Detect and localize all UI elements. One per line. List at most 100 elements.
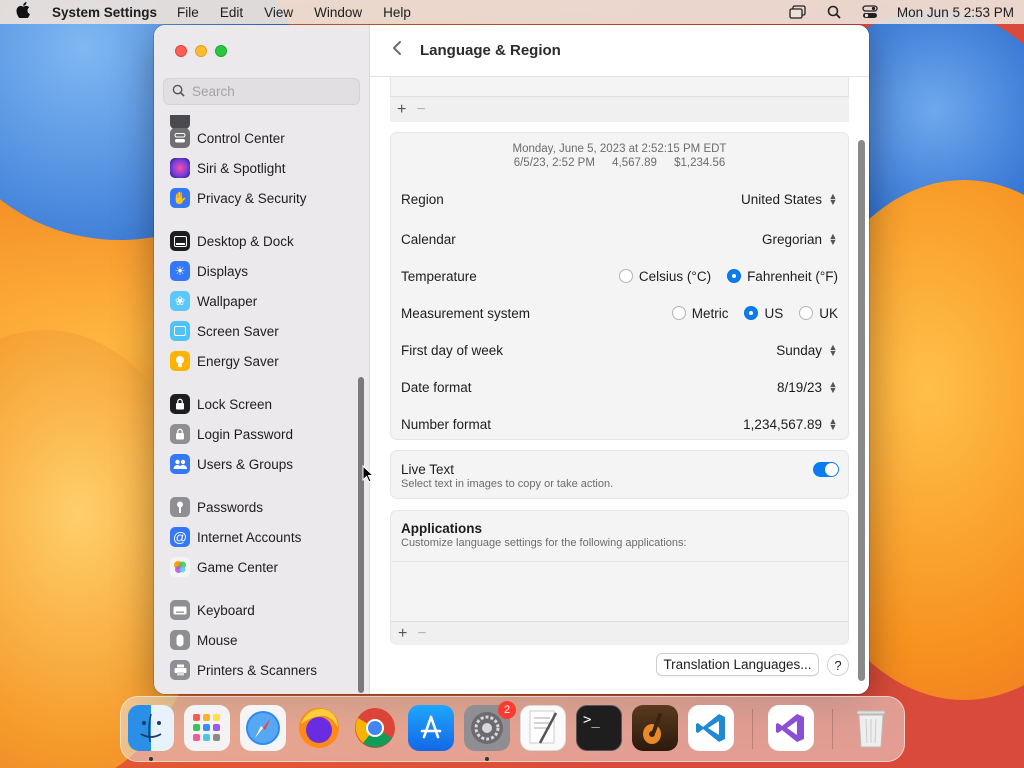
- sidebar-item-wallpaper[interactable]: ❀ Wallpaper: [170, 289, 257, 313]
- menu-window[interactable]: Window: [314, 5, 362, 20]
- back-chevron-icon[interactable]: [370, 39, 420, 62]
- translation-languages-button[interactable]: Translation Languages...: [656, 653, 819, 676]
- applications-card: Applications Customize language settings…: [390, 510, 849, 645]
- firefox-icon[interactable]: [296, 705, 342, 751]
- sidebar-item-internet-accounts[interactable]: @ Internet Accounts: [170, 525, 301, 549]
- chrome-icon[interactable]: [352, 705, 398, 751]
- textedit-icon[interactable]: [520, 705, 566, 751]
- sidebar-item-label: Displays: [197, 263, 249, 279]
- bulb-icon: [170, 351, 190, 371]
- sidebar-item-label: Wallpaper: [197, 293, 258, 309]
- menu-edit[interactable]: Edit: [220, 5, 243, 20]
- celsius-radio[interactable]: Celsius (°C): [618, 269, 711, 284]
- terminal-icon[interactable]: >_: [576, 705, 622, 751]
- preview-number: 4,567.89: [612, 157, 657, 169]
- sidebar-item-desktop-dock[interactable]: Desktop & Dock: [170, 229, 294, 253]
- sidebar-item-siri-spotlight[interactable]: Siri & Spotlight: [170, 156, 286, 180]
- number-format-popup[interactable]: 1,234,567.89 ▲ ▼: [743, 417, 838, 432]
- spotlight-search-icon[interactable]: [825, 5, 843, 19]
- region-popup[interactable]: United States ▲ ▼: [741, 192, 838, 207]
- measurement-label: Measurement system: [401, 305, 531, 321]
- fahrenheit-radio[interactable]: Fahrenheit (°F): [727, 269, 838, 284]
- close-button[interactable]: [175, 45, 187, 57]
- screen-saver-icon: [170, 321, 190, 341]
- first-day-label: First day of week: [401, 342, 504, 358]
- remove-application-button[interactable]: −: [417, 625, 426, 643]
- minimize-button[interactable]: [195, 45, 207, 57]
- sidebar-item-control-center[interactable]: Control Center: [170, 126, 285, 150]
- remove-language-button[interactable]: −: [416, 101, 425, 119]
- notification-badge: 2: [498, 701, 516, 719]
- live-text-toggle[interactable]: [813, 462, 839, 477]
- applications-list[interactable]: [391, 561, 848, 621]
- sidebar-item-keyboard[interactable]: Keyboard: [170, 598, 255, 622]
- updown-chevron-icon: ▲ ▼: [828, 416, 838, 432]
- metric-radio[interactable]: Metric: [671, 306, 728, 321]
- search-icon: [172, 84, 185, 100]
- sidebar-item-label: Privacy & Security: [197, 190, 307, 206]
- menu-help[interactable]: Help: [383, 5, 411, 20]
- radio-label: UK: [819, 305, 838, 321]
- date-format-row: Date format 8/19/23 ▲ ▼: [401, 372, 838, 402]
- applications-subtitle: Customize language settings for the foll…: [401, 537, 687, 549]
- updown-chevron-icon: ▲ ▼: [828, 342, 838, 358]
- sidebar-item-label: Energy Saver: [197, 353, 279, 369]
- calendar-label: Calendar: [401, 231, 456, 247]
- trash-icon[interactable]: [848, 705, 894, 751]
- updown-chevron-icon: ▲ ▼: [828, 231, 838, 247]
- sidebar-item-label: Mouse: [197, 632, 238, 648]
- radio-label: Fahrenheit (°F): [747, 268, 838, 284]
- running-indicator: [485, 757, 489, 761]
- sidebar-item-passwords[interactable]: Passwords: [170, 495, 263, 519]
- temperature-options: Celsius (°C) Fahrenheit (°F): [603, 269, 838, 284]
- search-placeholder: Search: [192, 84, 235, 99]
- date-format-popup[interactable]: 8/19/23 ▲ ▼: [777, 380, 838, 395]
- sidebar-item-label: Control Center: [197, 130, 285, 146]
- add-language-button[interactable]: +: [397, 101, 406, 119]
- sidebar-item-mouse[interactable]: Mouse: [170, 628, 238, 652]
- safari-icon[interactable]: [240, 705, 286, 751]
- updown-chevron-icon: ▲ ▼: [828, 191, 838, 207]
- sidebar-item-users-groups[interactable]: Users & Groups: [170, 452, 293, 476]
- menu-view[interactable]: View: [264, 5, 293, 20]
- sidebar-item-energy-saver[interactable]: Energy Saver: [170, 349, 279, 373]
- menu-clock[interactable]: Mon Jun 5 2:53 PM: [897, 5, 1014, 20]
- apple-menu-icon[interactable]: [16, 2, 38, 22]
- visual-studio-icon[interactable]: [768, 705, 814, 751]
- zoom-button[interactable]: [215, 45, 227, 57]
- us-radio[interactable]: US: [744, 306, 783, 321]
- measurement-options: Metric US UK: [656, 306, 838, 321]
- screen-mirroring-icon[interactable]: [789, 5, 807, 19]
- garageband-icon[interactable]: [632, 705, 678, 751]
- sidebar-item-privacy-security[interactable]: ✋ Privacy & Security: [170, 186, 307, 210]
- sidebar-list: Control Center Siri & Spotlight ✋ Privac…: [154, 115, 370, 690]
- launchpad-icon[interactable]: [184, 705, 230, 751]
- help-button[interactable]: ?: [827, 654, 849, 676]
- sidebar-item-game-center[interactable]: Game Center: [170, 555, 278, 579]
- system-settings-icon[interactable]: 2: [464, 701, 516, 751]
- uk-radio[interactable]: UK: [799, 306, 838, 321]
- main-scrollbar[interactable]: [858, 140, 865, 681]
- radio-circle: [618, 269, 633, 283]
- search-field[interactable]: Search: [163, 78, 360, 105]
- sidebar-item-printers-scanners[interactable]: Printers & Scanners: [170, 658, 317, 682]
- vscode-icon[interactable]: [688, 705, 734, 751]
- languages-list-controls: + −: [390, 96, 849, 122]
- main-pane: Language & Region + − Monday, June 5, 20…: [370, 25, 869, 694]
- finder-icon[interactable]: [128, 705, 174, 751]
- control-center-icon[interactable]: [861, 5, 879, 19]
- sidebar-item-displays[interactable]: ☀ Displays: [170, 259, 248, 283]
- sidebar-scrollbar[interactable]: [358, 377, 364, 693]
- mouse-pointer-icon: [362, 464, 375, 486]
- dock: 2 >_: [120, 696, 905, 762]
- add-application-button[interactable]: +: [398, 625, 407, 643]
- sidebar-item-login-password[interactable]: Login Password: [170, 422, 293, 446]
- sidebar-item-screen-saver[interactable]: Screen Saver: [170, 319, 279, 343]
- calendar-popup[interactable]: Gregorian ▲ ▼: [762, 232, 838, 247]
- sidebar-item-lock-screen[interactable]: Lock Screen: [170, 392, 272, 416]
- first-day-popup[interactable]: Sunday ▲ ▼: [776, 343, 838, 358]
- page-title: Language & Region: [420, 42, 561, 59]
- app-menu[interactable]: System Settings: [52, 5, 157, 20]
- menu-file[interactable]: File: [177, 5, 199, 20]
- app-store-icon[interactable]: [408, 705, 454, 751]
